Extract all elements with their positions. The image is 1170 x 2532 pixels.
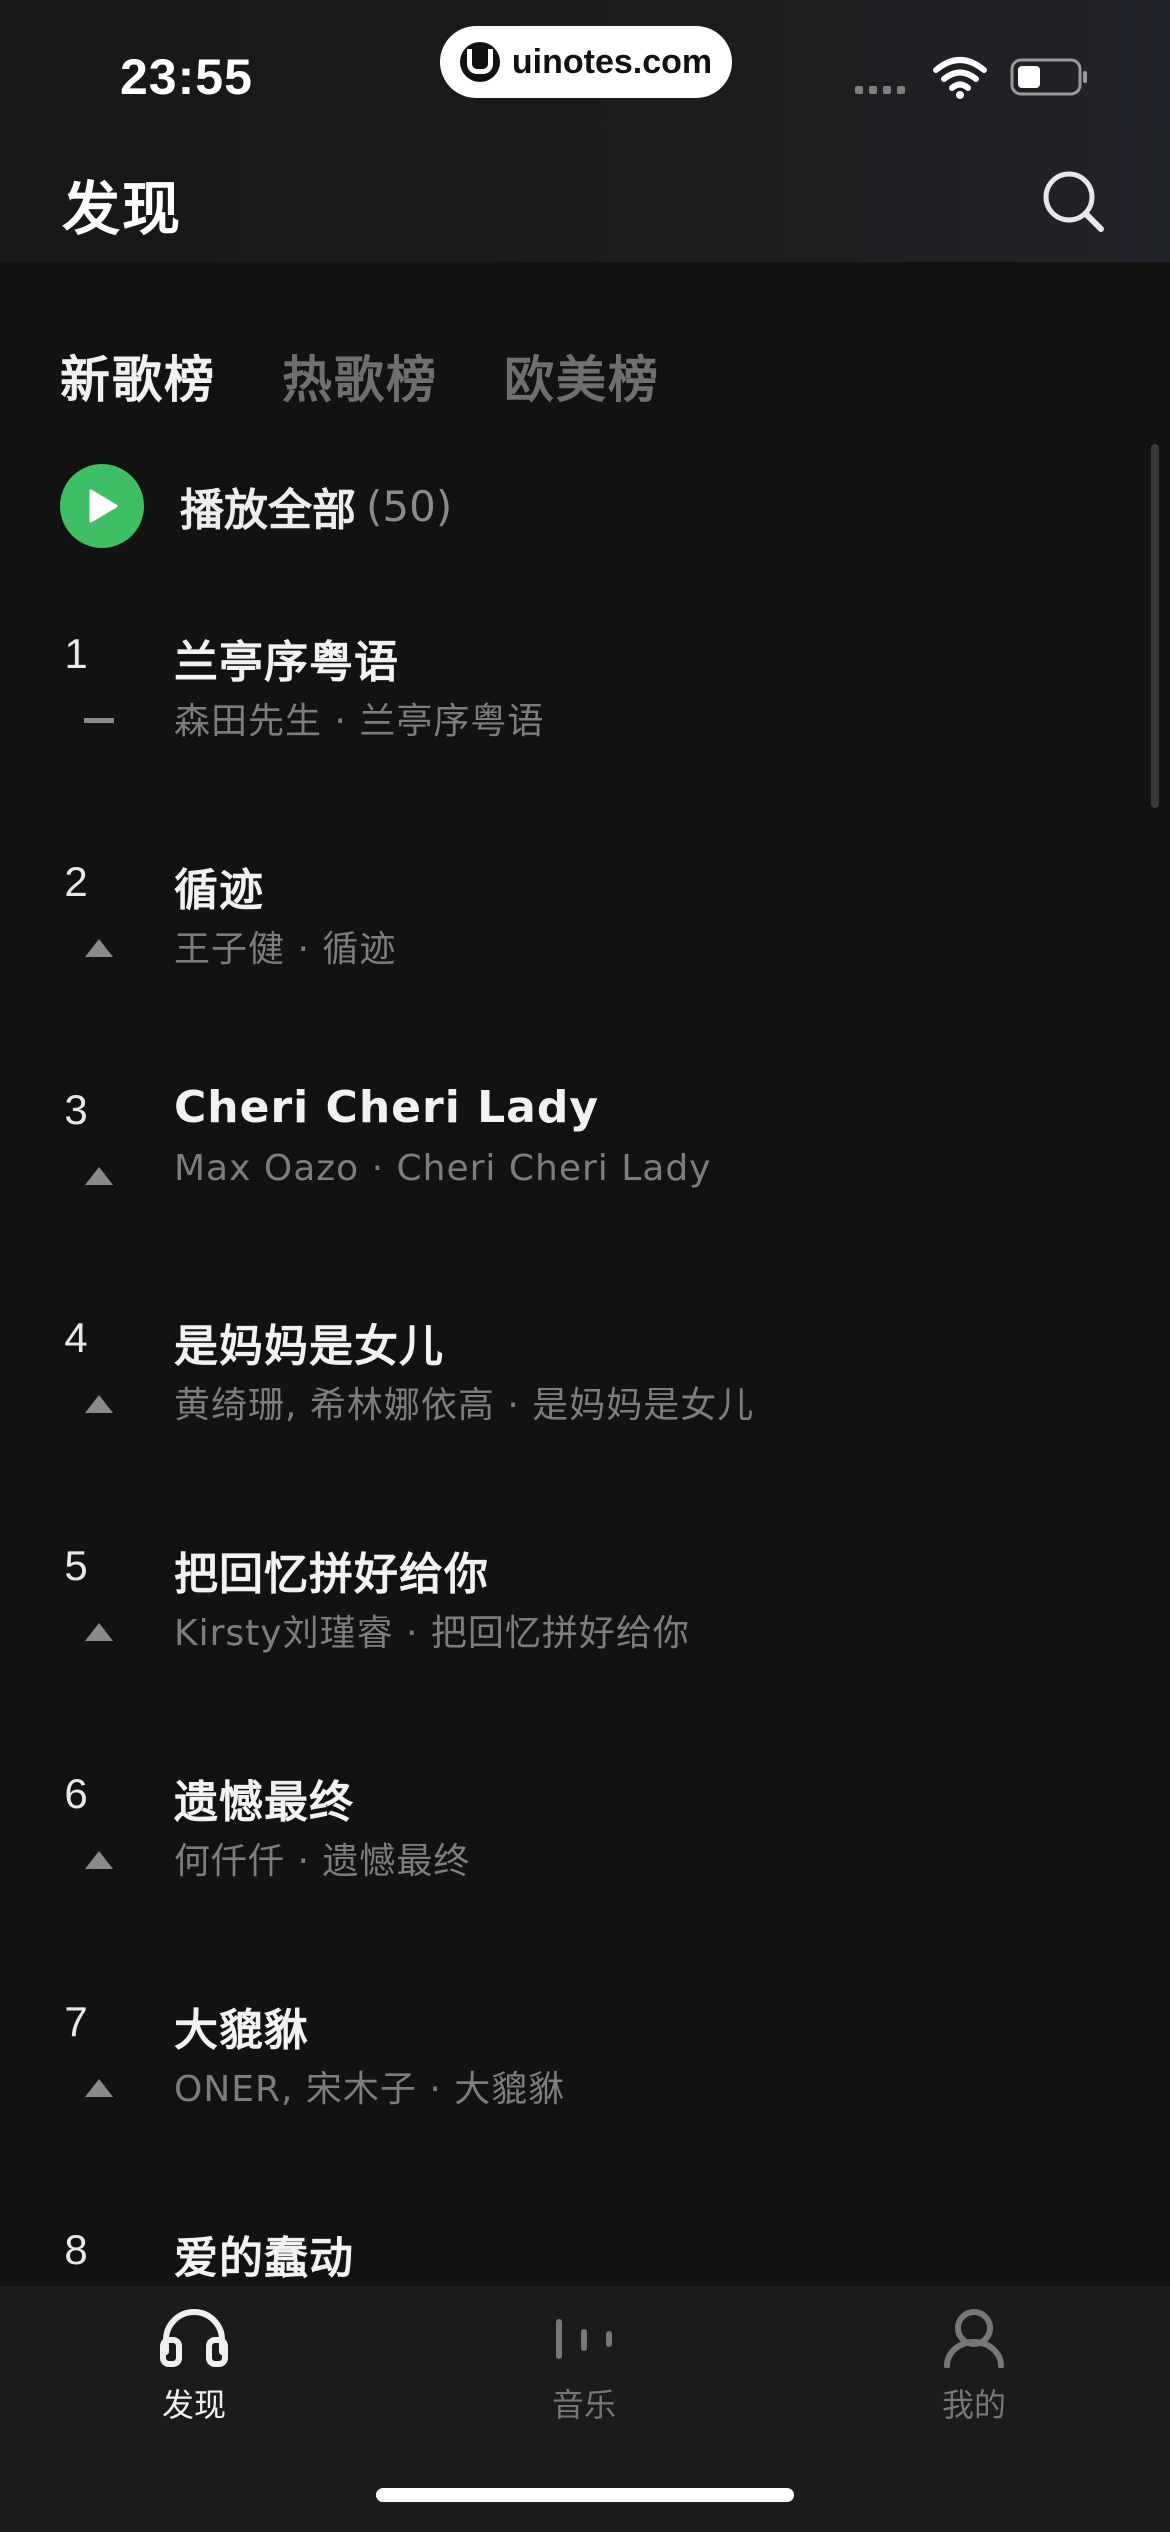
- site-logo-icon: [459, 42, 500, 82]
- tab-new-songs[interactable]: 新歌榜: [60, 340, 216, 412]
- list-scrollbar[interactable]: [1151, 444, 1159, 808]
- nav-music[interactable]: 音乐: [484, 2306, 684, 2426]
- status-bar: 23:55 uinotes.com: [0, 0, 1170, 140]
- song-artist: 王子健 · 循迹: [174, 929, 397, 970]
- nav-discover[interactable]: 发现: [94, 2306, 294, 2426]
- song-row-4[interactable]: 4 是妈妈是女儿 黄绮珊, 希林娜依高 · 是妈妈是女儿: [0, 1274, 1140, 1502]
- song-rank: 1: [64, 630, 88, 677]
- nav-label: 发现: [161, 2386, 226, 2424]
- chart-tabs: 新歌榜 热歌榜 欧美榜: [60, 340, 660, 412]
- trend-flat-icon: [84, 718, 114, 723]
- song-title: 把回忆拼好给你: [174, 1549, 489, 1600]
- song-rank: 2: [64, 858, 88, 905]
- trend-up-icon: [85, 1623, 113, 1641]
- site-pill: uinotes.com: [440, 26, 732, 98]
- page-header: 发现: [0, 140, 1170, 262]
- song-artist: Max Oazo · Cheri Cheri Lady: [174, 1148, 712, 1189]
- song-row-6[interactable]: 6 遗憾最终 何仟仟 · 遗憾最终: [0, 1730, 1140, 1958]
- home-indicator[interactable]: [376, 2488, 794, 2502]
- play-icon: [89, 489, 118, 523]
- headphones-icon: [160, 2309, 228, 2367]
- song-rank: 5: [64, 1542, 88, 1589]
- song-artist: 森田先生 · 兰亭序粤语: [174, 701, 545, 742]
- play-all-count: (50): [366, 481, 453, 531]
- play-all-label: 播放全部: [180, 485, 356, 536]
- top-area: 23:55 uinotes.com 发现: [0, 0, 1170, 262]
- nav-label: 音乐: [551, 2386, 616, 2424]
- trend-up-icon: [85, 2079, 113, 2097]
- trend-up-icon: [85, 1167, 113, 1185]
- song-row-3[interactable]: 3 Cheri Cheri Lady Max Oazo · Cheri Cher…: [0, 1046, 1140, 1274]
- trend-up-icon: [85, 1851, 113, 1869]
- tab-hot-songs[interactable]: 热歌榜: [282, 340, 438, 412]
- site-pill-label: uinotes.com: [511, 42, 713, 81]
- trend-up-icon: [85, 1395, 113, 1413]
- user-icon: [944, 2309, 1004, 2368]
- song-artist: 黄绮珊, 希林娜依高 · 是妈妈是女儿: [174, 1385, 755, 1426]
- song-rank: 4: [64, 1314, 88, 1361]
- nav-mine[interactable]: 我的: [874, 2306, 1074, 2426]
- song-row-1[interactable]: 1 兰亭序粤语 森田先生 · 兰亭序粤语: [0, 590, 1140, 818]
- song-title: 循迹: [174, 865, 264, 916]
- cellular-signal-icon: [855, 86, 905, 94]
- trend-up-icon: [85, 939, 113, 957]
- status-time: 23:55: [120, 49, 253, 105]
- search-icon[interactable]: [1038, 166, 1108, 236]
- song-rank: 3: [64, 1086, 88, 1133]
- song-row-5[interactable]: 5 把回忆拼好给你 Kirsty刘瑾睿 · 把回忆拼好给你: [0, 1502, 1140, 1730]
- play-all-circle[interactable]: [60, 464, 144, 548]
- play-all-button[interactable]: 播放全部 (50): [60, 464, 452, 548]
- nav-label: 我的: [941, 2386, 1006, 2424]
- equalizer-icon: [556, 2319, 612, 2359]
- song-title: 兰亭序粤语: [174, 637, 399, 688]
- song-artist: ONER, 宋木子 · 大貔貅: [174, 2069, 566, 2110]
- wifi-icon: [933, 57, 987, 99]
- song-title: 大貔貅: [174, 2005, 309, 2056]
- song-title: 爱的蠢动: [174, 2233, 354, 2284]
- song-row-2[interactable]: 2 循迹 王子健 · 循迹: [0, 818, 1140, 1046]
- song-title: Cheri Cheri Lady: [174, 1082, 600, 1133]
- song-title: 遗憾最终: [174, 1777, 354, 1828]
- song-row-7[interactable]: 7 大貔貅 ONER, 宋木子 · 大貔貅: [0, 1958, 1140, 2186]
- tab-western-songs[interactable]: 欧美榜: [504, 340, 660, 412]
- song-artist: Kirsty刘瑾睿 · 把回忆拼好给你: [174, 1613, 690, 1654]
- song-artist: 何仟仟 · 遗憾最终: [174, 1841, 471, 1882]
- song-rank: 7: [64, 1998, 88, 2045]
- battery-icon: [1010, 58, 1087, 96]
- song-rank: 6: [64, 1770, 88, 1817]
- song-title: 是妈妈是女儿: [174, 1321, 444, 1372]
- page-title: 发现: [62, 175, 183, 243]
- song-rank: 8: [64, 2226, 88, 2273]
